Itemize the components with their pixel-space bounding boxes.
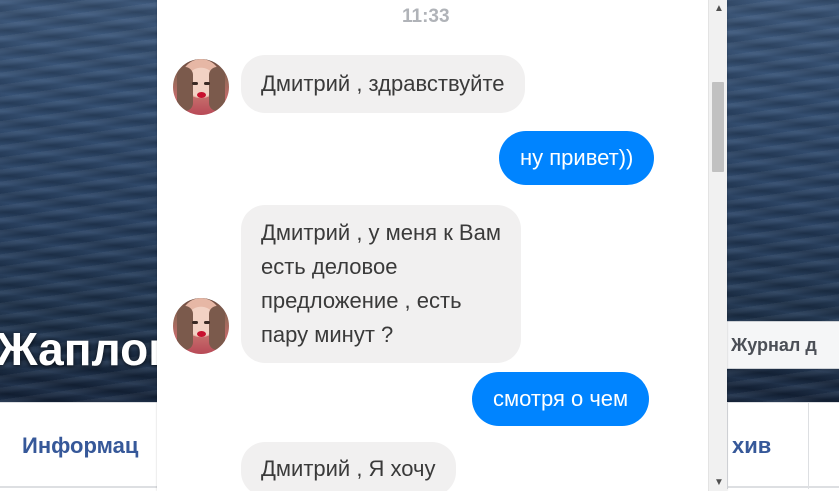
message-bubble-incoming: Дмитрий , здравствуйте [241, 55, 525, 113]
message-line: смотря о чем [493, 386, 629, 411]
profile-name[interactable]: Жаплов [0, 322, 177, 376]
contact-avatar[interactable] [173, 298, 229, 354]
scroll-down-icon[interactable]: ▼ [714, 478, 724, 488]
message-line: пару минут ? [261, 322, 394, 347]
nav-divider [727, 403, 728, 489]
message-line: ну привет)) [520, 145, 634, 170]
message-bubble-outgoing: ну привет)) [499, 131, 655, 185]
nav-divider [808, 403, 809, 489]
message-bubble-incoming: Дмитрий , у меня к Вам есть деловое пред… [241, 205, 521, 363]
scroll-thumb[interactable] [712, 82, 724, 172]
message-line: Дмитрий , Я хочу [261, 456, 436, 481]
message-line: Дмитрий , у меня к Вам [261, 220, 501, 245]
message-line: предложение , есть [261, 288, 462, 313]
message-bubble-incoming: Дмитрий , Я хочу [241, 442, 456, 491]
contact-avatar[interactable] [173, 59, 229, 115]
message-line: есть деловое [261, 254, 398, 279]
message-line: Дмитрий , здравствуйте [261, 71, 505, 96]
tab-archive[interactable]: хив [732, 433, 771, 459]
chat-scrollbar[interactable]: ▲ ▼ [708, 0, 727, 491]
tab-info[interactable]: Информац [22, 433, 138, 459]
message-timestamp: 11:33 [402, 6, 450, 27]
chat-window: 11:33 Дмитрий , здравствуйте ну привет))… [157, 0, 727, 491]
scroll-up-icon[interactable]: ▲ [714, 4, 724, 14]
message-bubble-outgoing: смотря о чем [472, 372, 650, 426]
activity-log-button[interactable]: Журнал д [724, 321, 839, 369]
